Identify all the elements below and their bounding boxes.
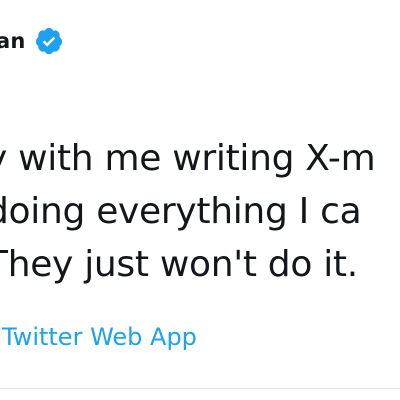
author-name[interactable]: an — [0, 29, 26, 53]
tweet-source-link[interactable]: Twitter Web App — [2, 323, 197, 351]
tweet-line: They just won't do it. — [0, 244, 358, 285]
tweet-line: doing everything I ca — [0, 191, 362, 232]
tweet-screenshot: an y with me writing X-m doing everythin… — [0, 0, 400, 400]
tweet-text: y with me writing X-m doing everything I… — [0, 132, 400, 291]
divider — [0, 388, 400, 389]
verified-badge-icon — [34, 26, 64, 56]
tweet-author-row: an — [0, 26, 64, 56]
tweet-line: y with me writing X-m — [0, 138, 376, 179]
